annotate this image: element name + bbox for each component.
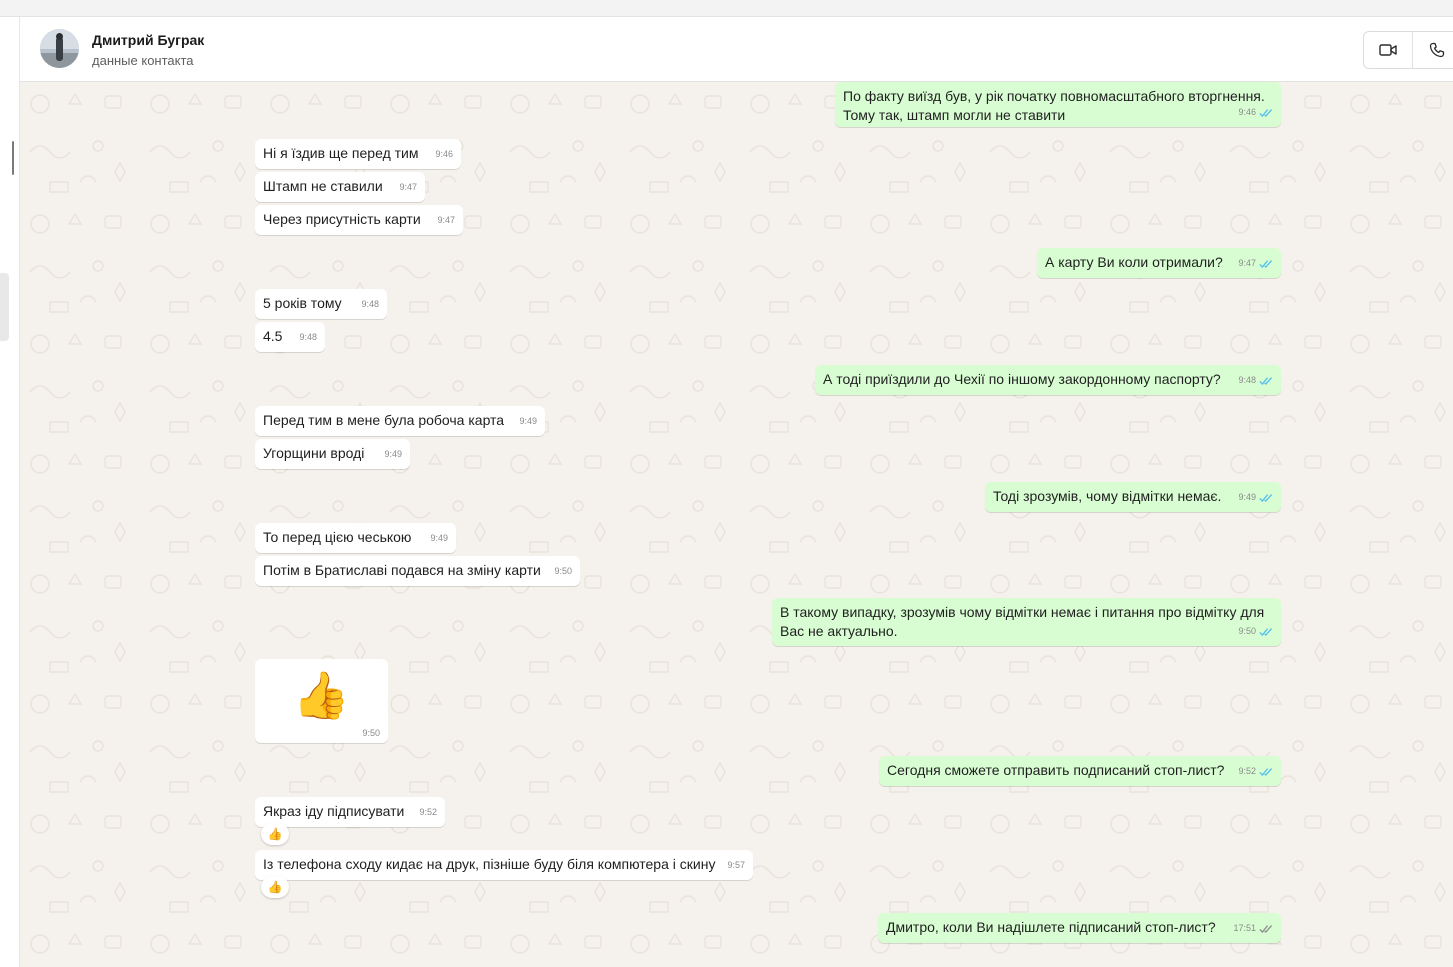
call-button-group bbox=[1363, 31, 1453, 69]
read-ticks-icon bbox=[1259, 259, 1273, 268]
message-time: 9:46 bbox=[435, 149, 453, 159]
message-time: 9:49 bbox=[1238, 492, 1256, 502]
message-text: А тоді приїздили до Чехії по іншому зако… bbox=[823, 371, 1221, 387]
message-time: 9:48 bbox=[1238, 375, 1256, 385]
video-call-button[interactable] bbox=[1364, 32, 1412, 68]
message-time: 9:52 bbox=[1238, 766, 1256, 776]
message-time: 9:50 bbox=[1238, 626, 1256, 636]
incoming-message[interactable]: 4.5 9:48 bbox=[255, 322, 325, 352]
message-time: 9:52 bbox=[419, 807, 437, 817]
avatar-figure bbox=[56, 37, 63, 61]
message-meta: 9:49 bbox=[519, 412, 537, 431]
message-text: Сегодня сможете отправить подписаний сто… bbox=[887, 762, 1225, 778]
contact-name[interactable]: Дмитрий Буграк bbox=[92, 32, 204, 48]
phone-call-icon bbox=[1429, 42, 1444, 58]
message-meta: 9:50 bbox=[554, 562, 572, 581]
message-meta: 9:48 bbox=[361, 295, 379, 314]
message-time: 9:57 bbox=[727, 860, 745, 870]
message-meta: 9:49 bbox=[430, 529, 448, 548]
video-call-icon bbox=[1379, 44, 1397, 56]
outgoing-message[interactable]: Тоді зрозумів, чому відмітки немає. 9:49 bbox=[985, 482, 1281, 512]
message-time: 9:49 bbox=[430, 533, 448, 543]
incoming-message[interactable]: Перед тим в мене була робоча карта 9:49 bbox=[255, 406, 545, 436]
outgoing-message[interactable]: А карту Ви коли отримали? 9:47 bbox=[1037, 248, 1281, 278]
incoming-message[interactable]: Угорщини вроді 9:49 bbox=[255, 439, 410, 469]
panel-collapse-handle[interactable] bbox=[0, 273, 9, 341]
incoming-message[interactable]: 5 років тому 9:48 bbox=[255, 289, 387, 319]
message-meta: 9:48 bbox=[1238, 371, 1273, 390]
message-meta: 9:48 bbox=[299, 328, 317, 347]
incoming-message[interactable]: Ні я їздив ще перед тим 9:46 bbox=[255, 139, 461, 169]
thumbs-up-sticker: 👍 bbox=[292, 669, 351, 721]
message-time: 9:50 bbox=[554, 566, 572, 576]
voice-call-button[interactable] bbox=[1412, 32, 1453, 68]
outgoing-message[interactable]: В такому випадку, зрозумів чому відмітки… bbox=[772, 598, 1281, 646]
message-text: В такому випадку, зрозумів чому відмітки… bbox=[780, 604, 1265, 639]
message-meta: 9:49 bbox=[384, 445, 402, 464]
message-meta: 9:46 bbox=[1238, 103, 1273, 122]
avatar-head bbox=[56, 33, 63, 40]
wallpaper-doodles bbox=[20, 82, 1453, 967]
left-rail bbox=[0, 17, 20, 967]
avatar[interactable] bbox=[40, 29, 79, 68]
message-text: Якраз іду підписувати bbox=[263, 803, 405, 819]
incoming-message[interactable]: Потім в Братиславі подався на зміну карт… bbox=[255, 556, 580, 586]
outgoing-message[interactable]: Сегодня сможете отправить подписаний сто… bbox=[879, 756, 1281, 786]
outgoing-message[interactable]: Дмитро, коли Ви надішлете підписаний сто… bbox=[878, 913, 1281, 943]
message-meta: 9:52 bbox=[1238, 762, 1273, 781]
message-time: 9:49 bbox=[519, 416, 537, 426]
message-text: Дмитро, коли Ви надішлете підписаний сто… bbox=[886, 919, 1216, 935]
incoming-message[interactable]: Штамп не ставили 9:47 bbox=[255, 172, 425, 202]
message-text: Ні я їздив ще перед тим bbox=[263, 145, 419, 161]
message-text: Через присутність карти bbox=[263, 211, 421, 227]
message-text: Потім в Братиславі подався на зміну карт… bbox=[263, 562, 541, 578]
read-ticks-icon bbox=[1259, 493, 1273, 502]
message-meta: 17:51 bbox=[1233, 919, 1273, 938]
reaction-badge[interactable]: 👍 bbox=[261, 823, 289, 845]
incoming-message[interactable]: Із телефона сходу кидає на друк, пізніше… bbox=[255, 850, 753, 880]
incoming-message[interactable]: То перед цією чеською 9:49 bbox=[255, 523, 456, 553]
chat-area[interactable]: По факту виїзд був, у рік початку повном… bbox=[20, 82, 1453, 967]
message-time: 9:50 bbox=[362, 728, 380, 738]
outgoing-message[interactable]: А тоді приїздили до Чехії по іншому зако… bbox=[815, 365, 1281, 395]
message-time: 17:51 bbox=[1233, 923, 1256, 933]
message-time: 9:48 bbox=[299, 332, 317, 342]
message-meta: 9:49 bbox=[1238, 488, 1273, 507]
message-time: 9:49 bbox=[384, 449, 402, 459]
message-meta: 9:47 bbox=[399, 178, 417, 197]
scroll-indicator[interactable] bbox=[12, 141, 14, 175]
read-ticks-icon bbox=[1259, 767, 1273, 776]
message-text: Штамп не ставили bbox=[263, 178, 383, 194]
message-text: Перед тим в мене була робоча карта bbox=[263, 412, 505, 428]
message-meta: 9:50 bbox=[1238, 622, 1273, 641]
read-ticks-icon bbox=[1259, 376, 1273, 385]
outgoing-message[interactable]: По факту виїзд був, у рік початку повном… bbox=[835, 82, 1281, 127]
message-time: 9:47 bbox=[399, 182, 417, 192]
message-time: 9:47 bbox=[1238, 258, 1256, 268]
window-top-strip bbox=[0, 0, 1453, 17]
message-meta: 9:52 bbox=[419, 803, 437, 822]
message-text: Тоді зрозумів, чому відмітки немає. bbox=[993, 488, 1222, 504]
message-text: По факту виїзд був, у рік початку повном… bbox=[843, 88, 1265, 123]
sticker-message[interactable]: 👍 9:50 bbox=[255, 659, 388, 743]
message-meta: 9:47 bbox=[437, 211, 455, 230]
message-time: 9:48 bbox=[361, 299, 379, 309]
message-text: То перед цією чеською bbox=[263, 529, 412, 545]
message-text: Угорщини вроді bbox=[263, 445, 365, 461]
message-text: Із телефона сходу кидає на друк, пізніше… bbox=[263, 856, 716, 872]
delivered-ticks-icon bbox=[1259, 924, 1273, 933]
reaction-badge[interactable]: 👍 bbox=[261, 876, 289, 898]
incoming-message[interactable]: Через присутність карти 9:47 bbox=[255, 205, 463, 235]
read-ticks-icon bbox=[1259, 627, 1273, 636]
message-meta: 9:46 bbox=[435, 145, 453, 164]
message-time: 9:46 bbox=[1238, 107, 1256, 117]
incoming-message[interactable]: Якраз іду підписувати 9:52 bbox=[255, 797, 445, 827]
message-time: 9:47 bbox=[437, 215, 455, 225]
chat-header: Дмитрий Буграк данные контакта bbox=[20, 17, 1453, 82]
message-meta: 9:47 bbox=[1238, 254, 1273, 273]
message-meta: 9:57 bbox=[727, 856, 745, 875]
contact-info-link[interactable]: данные контакта bbox=[92, 53, 194, 68]
read-ticks-icon bbox=[1259, 108, 1273, 117]
